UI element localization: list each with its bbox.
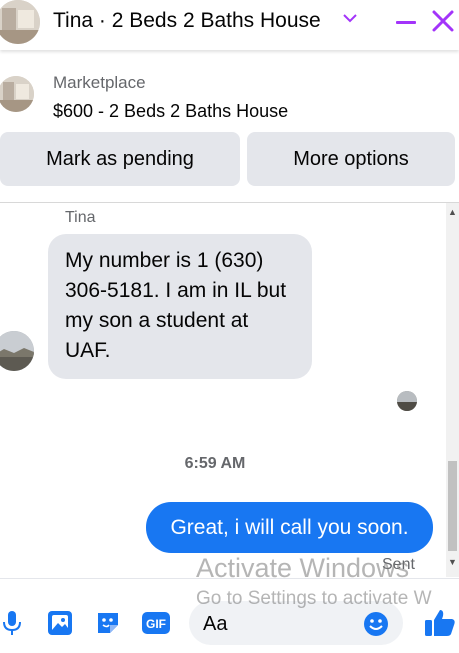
sender-name: Tina: [65, 209, 96, 226]
message-composer: GIF Aa: [0, 578, 459, 653]
gif-icon[interactable]: GIF: [141, 609, 171, 642]
chat-title[interactable]: Tina · 2 Beds 2 Baths House: [53, 9, 321, 33]
listing-thumbnail: [0, 76, 34, 112]
sent-status: Sent: [382, 556, 415, 573]
mark-as-pending-button[interactable]: Mark as pending: [0, 132, 240, 186]
thumbs-up-icon[interactable]: [423, 607, 457, 644]
chevron-down-icon[interactable]: [343, 10, 357, 28]
listing-title: $600 - 2 Beds 2 Baths House: [53, 101, 289, 121]
message-input[interactable]: Aa: [189, 601, 403, 645]
sticker-icon[interactable]: [94, 609, 122, 642]
outgoing-message[interactable]: Great, i will call you soon.: [146, 502, 433, 553]
marketplace-listing[interactable]: Marketplace $600 - 2 Beds 2 Baths House: [0, 64, 459, 124]
microphone-icon[interactable]: [2, 609, 22, 642]
scroll-thumb[interactable]: [448, 461, 457, 551]
scroll-down-arrow-icon[interactable]: ▼: [448, 557, 457, 567]
emoji-icon[interactable]: [363, 611, 389, 642]
scroll-up-arrow-icon[interactable]: ▲: [448, 207, 457, 217]
contact-avatar[interactable]: [0, 0, 40, 44]
close-icon[interactable]: [431, 9, 455, 38]
read-receipt-avatar: [397, 391, 417, 411]
more-options-button[interactable]: More options: [247, 132, 455, 186]
message-input-placeholder: Aa: [203, 613, 228, 635]
message-thread: Tina My number is 1 (630) 306-5181. I am…: [0, 203, 446, 577]
svg-text:GIF: GIF: [146, 617, 166, 631]
scrollbar[interactable]: ▲ ▼: [446, 203, 459, 577]
marketplace-label: Marketplace: [53, 73, 146, 92]
photo-icon[interactable]: [46, 609, 74, 642]
sender-avatar[interactable]: [0, 331, 34, 371]
minimize-icon[interactable]: [395, 11, 417, 38]
message-timestamp: 6:59 AM: [184, 455, 246, 472]
incoming-message[interactable]: My number is 1 (630) 306-5181. I am in I…: [48, 234, 312, 379]
chat-header: Tina · 2 Beds 2 Baths House: [0, 0, 459, 50]
